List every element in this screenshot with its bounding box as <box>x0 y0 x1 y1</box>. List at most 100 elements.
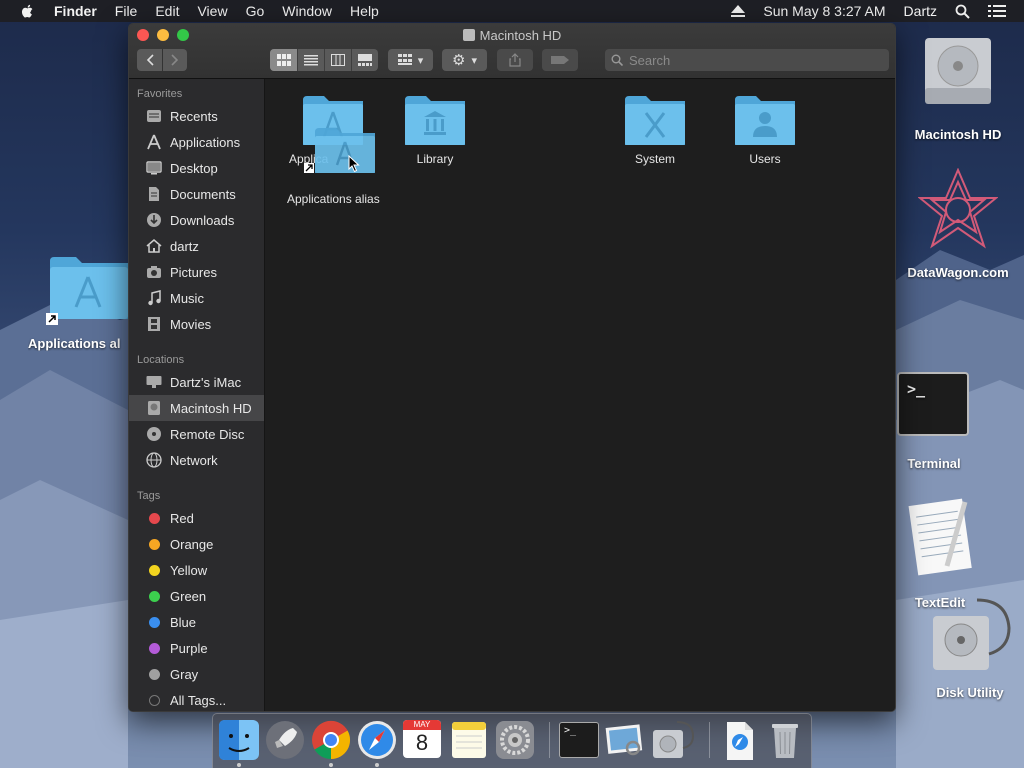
desktop-label: Terminal <box>907 456 961 471</box>
terminal-icon: >_ <box>559 722 599 758</box>
action-button[interactable]: ⚙ ▾ <box>442 49 487 71</box>
menu-user[interactable]: Dartz <box>904 3 937 19</box>
trash-icon <box>772 724 798 758</box>
dock-safari[interactable] <box>357 720 397 760</box>
hard-drive-icon <box>925 38 991 104</box>
dock-downloads-stack[interactable] <box>719 720 759 760</box>
sidebar-item-pictures[interactable]: Pictures <box>129 259 264 285</box>
sidebar-item-label: Yellow <box>170 562 208 578</box>
file-item-system[interactable]: System <box>610 95 700 166</box>
list-view-button[interactable] <box>297 49 324 71</box>
search-field[interactable] <box>605 49 889 71</box>
sidebar-item-recents[interactable]: Recents <box>129 103 264 129</box>
sidebar-header-tags: Tags <box>137 490 161 502</box>
dock-launchpad[interactable] <box>265 720 305 760</box>
chevron-right-icon <box>171 54 179 66</box>
forward-button[interactable] <box>162 49 187 71</box>
menu-view[interactable]: View <box>197 3 227 19</box>
menu-finder[interactable]: Finder <box>54 3 97 19</box>
tags-button[interactable] <box>542 49 578 71</box>
menu-edit[interactable]: Edit <box>155 3 179 19</box>
menu-go[interactable]: Go <box>246 3 265 19</box>
sidebar-item-movies[interactable]: Movies <box>129 311 264 337</box>
dock-finder[interactable] <box>219 720 259 760</box>
dock-notes[interactable] <box>449 720 489 760</box>
sidebar-item-remote-disc[interactable]: Remote Disc <box>129 421 264 447</box>
dock-preview[interactable] <box>605 720 645 760</box>
search-input[interactable] <box>629 52 869 68</box>
dock-terminal[interactable]: >_ <box>559 720 599 760</box>
sidebar-item-applications[interactable]: Applications <box>129 129 264 155</box>
notes-icon <box>452 722 486 758</box>
tag-icon <box>551 56 569 64</box>
all-tags-icon <box>149 694 160 706</box>
desktop-label: Macintosh HD <box>914 127 1002 142</box>
tag-color-dot-icon <box>149 616 160 628</box>
desktop-applications-alias[interactable]: Applications al <box>28 255 128 351</box>
dock-calendar[interactable]: MAY 8 <box>403 720 443 760</box>
sidebar-item-label: Recents <box>170 108 218 124</box>
apple-menu-icon[interactable] <box>20 3 36 19</box>
sidebar: Favorites Recents Applications Desktop D… <box>129 79 265 711</box>
dock-trash[interactable] <box>765 720 805 760</box>
gallery-view-button[interactable] <box>351 49 378 71</box>
sidebar-item-documents[interactable]: Documents <box>129 181 264 207</box>
window-toolbar: Macintosh HD ▾ ⚙ ▾ <box>129 24 895 79</box>
notification-center-icon[interactable] <box>988 4 1006 18</box>
menu-file[interactable]: File <box>115 3 138 19</box>
disc-icon <box>145 425 163 443</box>
dragged-applications-alias[interactable]: Applications alias <box>287 127 462 206</box>
sidebar-item-label: dartz <box>170 238 199 254</box>
film-icon <box>145 315 163 333</box>
dock-system-preferences[interactable] <box>495 720 535 760</box>
sidebar-item-label: All Tags... <box>170 692 227 708</box>
desktop-label: Disk Utility <box>936 685 1004 700</box>
dock-chrome[interactable] <box>311 720 351 760</box>
sidebar-item-network[interactable]: Network <box>129 447 264 473</box>
sidebar-item-home[interactable]: dartz <box>129 233 264 259</box>
icon-view-button[interactable] <box>270 49 297 71</box>
eject-icon[interactable] <box>731 5 746 17</box>
menu-help[interactable]: Help <box>350 3 379 19</box>
launchpad-rocket-icon <box>266 721 304 759</box>
sidebar-item-label: Blue <box>170 614 197 630</box>
sidebar-item-macintosh-hd[interactable]: Macintosh HD <box>129 395 264 421</box>
sidebar-item-tag-orange[interactable]: Orange <box>129 531 264 557</box>
menu-clock[interactable]: Sun May 8 3:27 AM <box>763 3 885 19</box>
desktop-textedit[interactable]: TextEdit <box>905 496 975 610</box>
desktop-macintosh-hd[interactable]: Macintosh HD <box>906 32 1010 142</box>
menu-window[interactable]: Window <box>282 3 332 19</box>
column-view-button[interactable] <box>324 49 351 71</box>
chevron-down-icon: ▾ <box>417 54 424 67</box>
hard-drive-icon <box>462 29 475 41</box>
sidebar-item-music[interactable]: Music <box>129 285 264 311</box>
sidebar-item-tag-red[interactable]: Red <box>129 505 264 531</box>
desktop-datawagon[interactable]: DataWagon.com <box>900 167 1016 280</box>
sidebar-item-all-tags[interactable]: All Tags... <box>129 687 264 711</box>
sidebar-item-downloads[interactable]: Downloads <box>129 207 264 233</box>
menu-bar: Finder File Edit View Go Window Help Sun… <box>0 0 1024 22</box>
desktop-disk-utility[interactable]: Disk Utility <box>925 598 1015 700</box>
spotlight-search-icon[interactable] <box>955 4 970 19</box>
sidebar-item-tag-purple[interactable]: Purple <box>129 635 264 661</box>
tag-color-dot-icon <box>149 668 160 680</box>
group-by-button[interactable]: ▾ <box>388 49 433 71</box>
sidebar-item-imac[interactable]: Dartz's iMac <box>129 369 264 395</box>
sidebar-item-tag-blue[interactable]: Blue <box>129 609 264 635</box>
sidebar-item-tag-green[interactable]: Green <box>129 583 264 609</box>
share-button[interactable] <box>497 49 533 71</box>
sidebar-item-desktop[interactable]: Desktop <box>129 155 264 181</box>
globe-icon <box>145 451 163 469</box>
view-mode-segmented <box>270 49 378 71</box>
back-button[interactable] <box>137 49 162 71</box>
alias-arrow-icon <box>46 313 58 325</box>
gallery-icon <box>358 54 372 66</box>
dock-disk-utility[interactable] <box>651 720 695 760</box>
sidebar-item-tag-gray[interactable]: Gray <box>129 661 264 687</box>
drag-label: Applications alias <box>287 192 380 206</box>
sidebar-item-tag-yellow[interactable]: Yellow <box>129 557 264 583</box>
sidebar-item-label: Downloads <box>170 212 235 228</box>
file-item-users[interactable]: Users <box>720 95 810 166</box>
desktop-terminal[interactable]: >_ Terminal <box>897 372 971 471</box>
running-indicator <box>237 763 241 767</box>
